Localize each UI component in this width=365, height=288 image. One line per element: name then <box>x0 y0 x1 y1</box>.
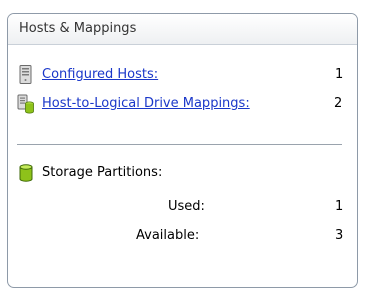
server-host-icon <box>17 65 35 85</box>
used-value: 1 <box>335 199 344 214</box>
host-mappings-link[interactable]: Host-to-Logical Drive Mappings: <box>42 96 250 111</box>
panel-title: Hosts & Mappings <box>19 21 137 36</box>
host-mappings-value: 2 <box>334 96 343 111</box>
used-label: Used: <box>168 199 205 214</box>
divider <box>17 144 342 145</box>
host-mappings-row: Host-to-Logical Drive Mappings: 2 <box>8 93 357 115</box>
storage-partitions-row: Storage Partitions: <box>8 162 357 184</box>
configured-hosts-link[interactable]: Configured Hosts: <box>42 67 158 82</box>
used-row: Used: 1 <box>8 196 357 218</box>
configured-hosts-row: Configured Hosts: 1 <box>8 64 357 86</box>
storage-partitions-label: Storage Partitions: <box>42 165 163 180</box>
hosts-mappings-panel: Hosts & Mappings Configured Hosts: 1 Hos… <box>7 13 358 288</box>
configured-hosts-value: 1 <box>335 67 344 82</box>
panel-header: Hosts & Mappings <box>8 14 357 45</box>
host-mapping-icon <box>17 94 35 114</box>
available-label: Available: <box>136 228 200 243</box>
available-value: 3 <box>335 228 344 243</box>
storage-cylinder-icon <box>17 163 35 183</box>
available-row: Available: 3 <box>8 225 357 247</box>
